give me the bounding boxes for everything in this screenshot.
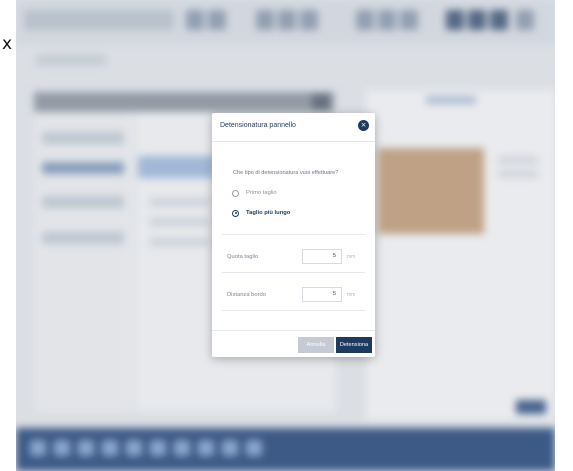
cancel-button[interactable]: Annulla [298,337,334,353]
dialog-header: Detensionatura pannello × [212,113,375,142]
divider [222,310,365,311]
quota-taglio-input[interactable]: 5 [302,249,342,264]
radio-button[interactable] [232,189,239,197]
dialog-title: Detensionatura pannello [220,122,296,129]
detensiona-button[interactable]: Detensiona [336,337,372,353]
detensioning-dialog: Detensionatura pannello × Che tipo di de… [212,113,375,357]
field-label-distanza-bordo: Distanza bordo [227,292,266,298]
radio-option-taglio-piu-lungo[interactable]: Taglio più lungo [232,208,290,218]
radio-label: Taglio più lungo [246,210,291,216]
divider [222,234,365,235]
radio-label: Primo taglio [246,190,277,196]
unit-label: mm [347,254,356,260]
close-x-glyph: x [2,34,13,54]
unit-label: mm [347,292,356,298]
close-icon[interactable]: × [358,120,369,131]
dialog-question: Che tipo di detensionatura vuoi effettua… [233,170,339,176]
radio-option-primo-taglio[interactable]: Primo taglio [232,188,277,198]
field-label-quota-taglio: Quota taglio [227,254,259,260]
radio-button-selected[interactable] [232,209,239,217]
divider [222,272,365,273]
footer-divider [212,330,375,331]
distanza-bordo-input[interactable]: 5 [302,287,342,302]
